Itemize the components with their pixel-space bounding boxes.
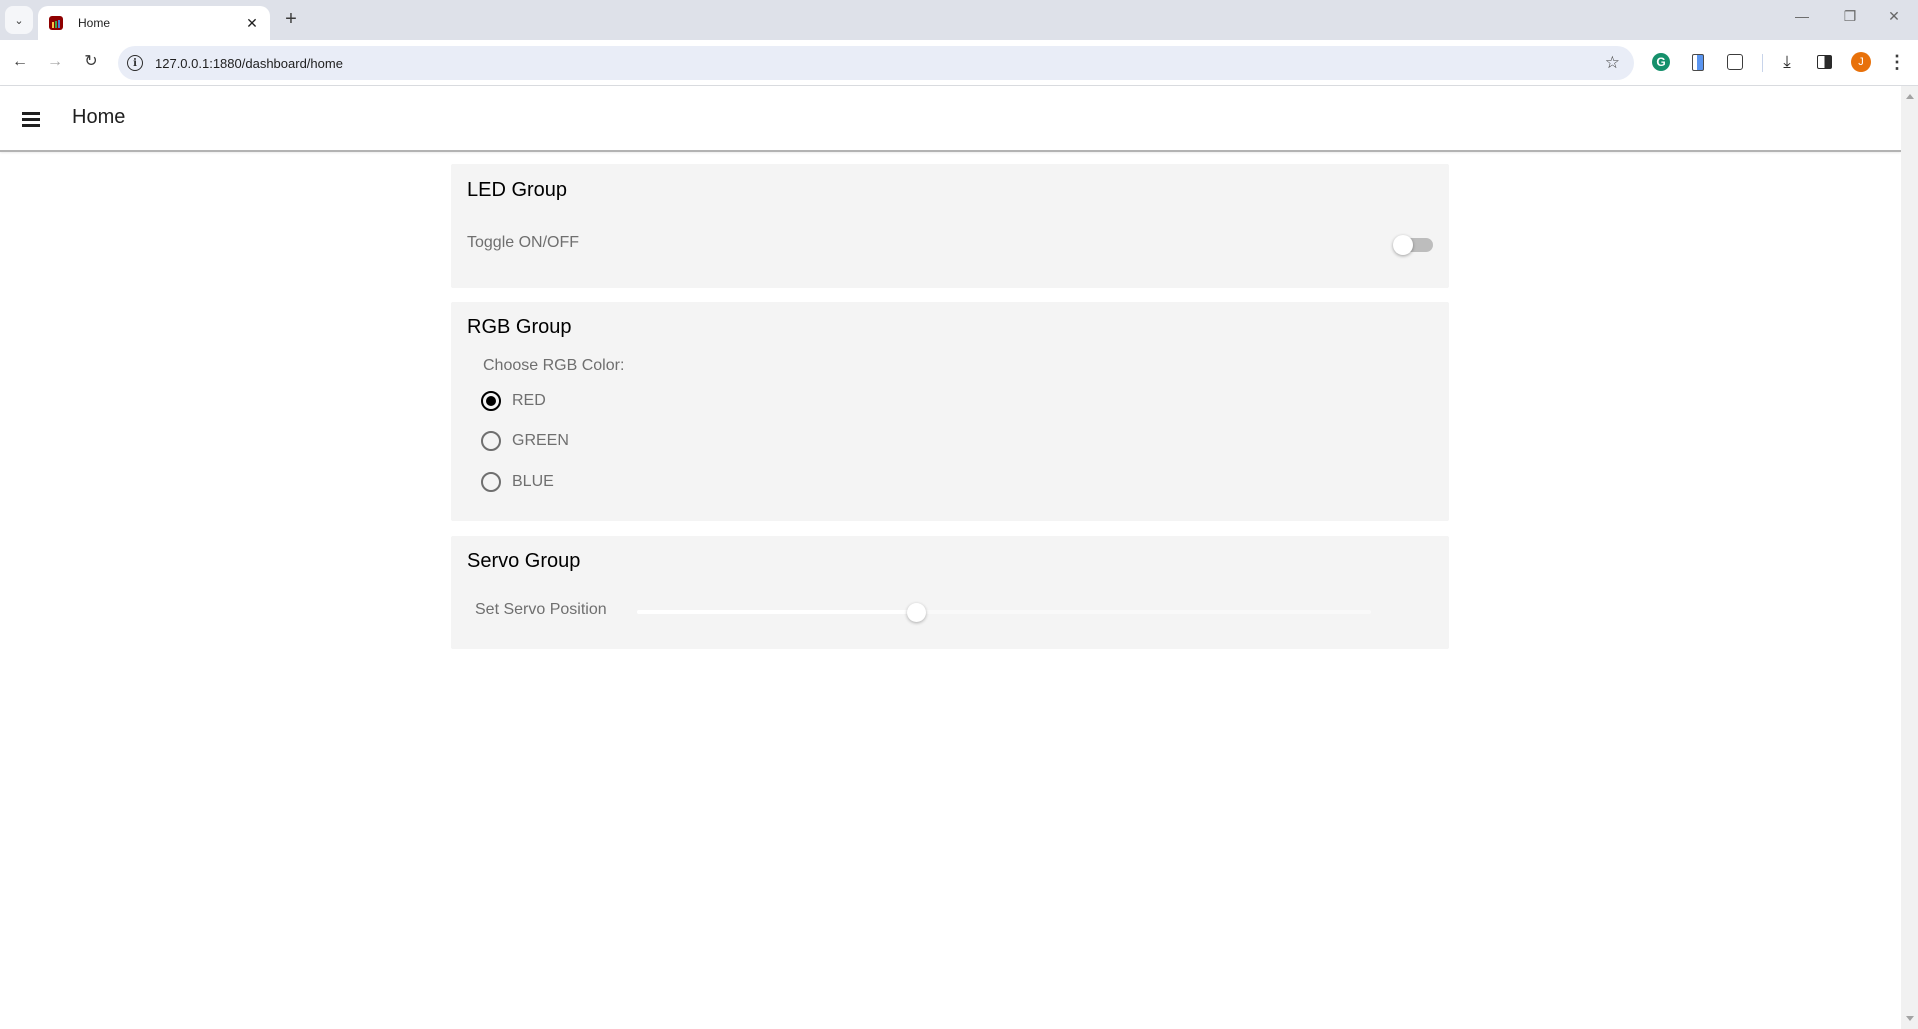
radio-button-icon[interactable] [481, 391, 501, 411]
extension-button[interactable] [1687, 51, 1709, 73]
toolbar-divider [1762, 54, 1763, 72]
puzzle-icon [1727, 54, 1743, 70]
node-red-favicon-icon [48, 15, 64, 31]
app-header: Home [0, 86, 1901, 152]
led-toggle-label: Toggle ON/OFF [467, 234, 580, 251]
dashboard-page: Home LED Group Toggle ON/OFF RGB Group C… [0, 86, 1901, 1029]
minimize-button[interactable]: — [1790, 8, 1814, 24]
radio-label: RED [512, 392, 546, 409]
browser-tab-strip: ⌄ Home ✕ + — ❐ ✕ [0, 0, 1918, 40]
browser-menu-button[interactable]: ⋮ [1886, 51, 1908, 73]
servo-slider-label: Set Servo Position [475, 601, 607, 618]
led-group-title: LED Group [467, 179, 568, 201]
scroll-up-arrow-icon[interactable] [1906, 94, 1914, 99]
radio-blue[interactable]: BLUE [481, 470, 554, 494]
new-tab-button[interactable]: + [281, 9, 301, 31]
side-panel-button[interactable] [1813, 51, 1835, 73]
radio-red[interactable]: RED [481, 389, 546, 413]
servo-group-title: Servo Group [467, 550, 581, 572]
radio-label: BLUE [512, 473, 554, 490]
back-button[interactable]: ← [9, 51, 31, 73]
restore-button[interactable]: ❐ [1838, 8, 1862, 25]
downloads-button[interactable]: ⤓ [1776, 51, 1798, 73]
rgb-group-title: RGB Group [467, 316, 572, 338]
url-text[interactable]: 127.0.0.1:1880/dashboard/home [155, 56, 1605, 71]
profile-button[interactable]: J [1850, 51, 1872, 73]
grammarly-extension-button[interactable]: G [1650, 51, 1672, 73]
side-panel-icon [1816, 55, 1832, 69]
led-toggle-switch[interactable] [1393, 235, 1433, 255]
servo-position-slider[interactable] [637, 601, 1371, 623]
bookmark-star-icon[interactable]: ☆ [1605, 53, 1620, 73]
download-icon: ⤓ [1783, 52, 1791, 71]
forward-button[interactable]: → [44, 51, 66, 73]
site-info-icon[interactable]: i [127, 55, 143, 71]
servo-group-card: Servo Group Set Servo Position [451, 536, 1449, 649]
browser-toolbar: ← → ↻ i 127.0.0.1:1880/dashboard/home ☆ … [0, 40, 1918, 86]
avatar: J [1851, 52, 1871, 72]
slider-thumb[interactable] [906, 603, 926, 622]
tab-title: Home [78, 16, 111, 30]
grammarly-icon: G [1652, 53, 1670, 71]
toggle-thumb [1393, 235, 1413, 255]
rgb-group-card: RGB Group Choose RGB Color: RED GREEN BL… [451, 302, 1449, 521]
tab-search-button[interactable]: ⌄ [5, 6, 33, 34]
vertical-scrollbar[interactable] [1901, 86, 1918, 1029]
radio-label: GREEN [512, 432, 569, 449]
radio-green[interactable]: GREEN [481, 429, 569, 453]
radio-button-icon[interactable] [481, 431, 501, 451]
slider-fill [637, 610, 916, 614]
led-group-card: LED Group Toggle ON/OFF [451, 164, 1449, 288]
reload-button[interactable]: ↻ [80, 51, 102, 73]
kebab-menu-icon: ⋮ [1888, 51, 1906, 72]
address-bar[interactable]: i 127.0.0.1:1880/dashboard/home ☆ [118, 46, 1634, 80]
scroll-down-arrow-icon[interactable] [1906, 1016, 1914, 1021]
radio-button-icon[interactable] [481, 472, 501, 492]
browser-tab-home[interactable]: Home ✕ [38, 6, 270, 40]
phone-link-icon [1692, 53, 1704, 71]
window-close-button[interactable]: ✕ [1882, 8, 1906, 25]
chevron-down-icon: ⌄ [14, 14, 24, 27]
rgb-radio-caption: Choose RGB Color: [483, 357, 625, 374]
page-title: Home [72, 106, 126, 128]
hamburger-menu-icon[interactable] [22, 112, 42, 127]
tab-close-icon[interactable]: ✕ [244, 15, 260, 32]
extensions-menu-button[interactable] [1724, 51, 1746, 73]
